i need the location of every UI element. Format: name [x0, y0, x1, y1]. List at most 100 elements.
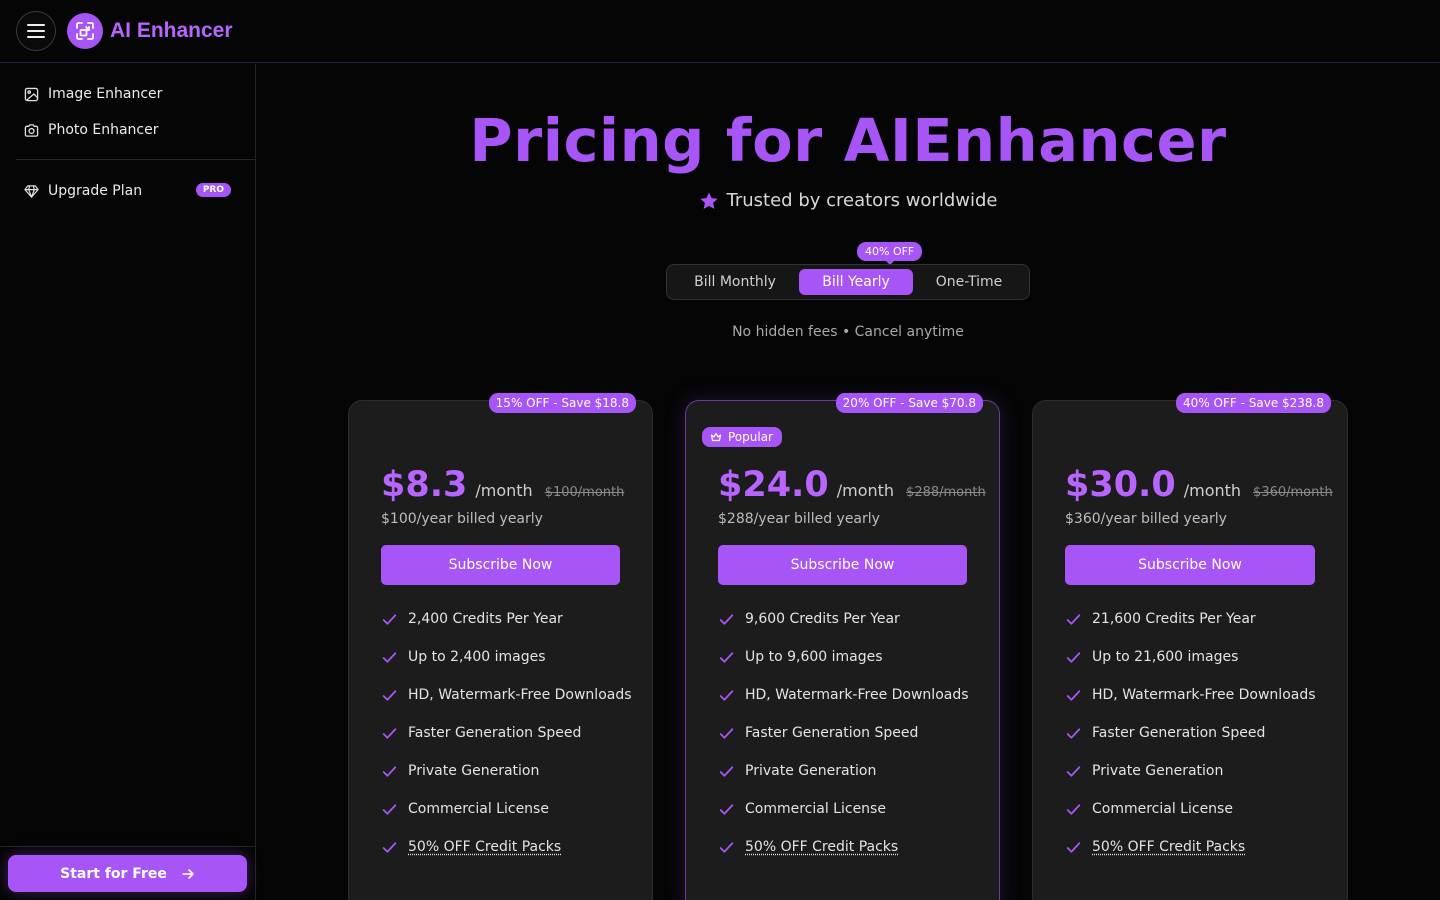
app-logo[interactable]: AI Enhancer [67, 13, 233, 49]
feature-text: Commercial License [408, 801, 549, 817]
sidebar-item-photo-enhancer[interactable]: Photo Enhancer [0, 112, 255, 148]
save-tag: 15% OFF - Save $18.8 [489, 393, 636, 413]
billed-note: $360/year billed yearly [1065, 511, 1227, 527]
check-icon [718, 649, 735, 666]
feature-text: Private Generation [745, 763, 876, 779]
check-icon [1065, 763, 1082, 780]
check-icon [718, 611, 735, 628]
hamburger-icon [27, 24, 45, 38]
enhance-logo-icon [67, 13, 103, 49]
subscribe-button[interactable]: Subscribe Now [381, 545, 620, 585]
feature-list: 21,600 Credits Per Year Up to 21,600 ima… [1065, 600, 1316, 866]
subscribe-button[interactable]: Subscribe Now [718, 545, 967, 585]
sidebar-item-label: Upgrade Plan [48, 183, 142, 199]
check-icon [718, 725, 735, 742]
check-icon [381, 801, 398, 818]
feature-item: 2,400 Credits Per Year [381, 600, 632, 638]
billed-note: $288/year billed yearly [718, 511, 880, 527]
check-icon [381, 763, 398, 780]
check-icon [1065, 649, 1082, 666]
price-period: /month [1184, 481, 1241, 500]
check-icon [381, 687, 398, 704]
price-period: /month [837, 481, 894, 500]
sidebar-footer: Start for Free [0, 846, 255, 900]
toggle-one-time[interactable]: One-Time [913, 269, 1025, 295]
check-icon [1065, 687, 1082, 704]
feature-list: 2,400 Credits Per Year Up to 2,400 image… [381, 600, 632, 866]
feature-text: Private Generation [1092, 763, 1223, 779]
old-price: $288/month [906, 485, 986, 500]
price-row: $24.0 /month $288/month [718, 465, 986, 505]
credit-packs-link[interactable]: 50% OFF Credit Packs [1092, 839, 1245, 855]
app-root: AI Enhancer Image Enhancer Photo Enhance… [0, 0, 1440, 900]
sidebar-item-upgrade-plan[interactable]: Upgrade Plan PRO [0, 173, 255, 209]
feature-item: HD, Watermark-Free Downloads [1065, 676, 1316, 714]
feature-item: Faster Generation Speed [381, 714, 632, 752]
plan-card: 40% OFF - Save $238.8 $30.0 /month $360/… [1032, 400, 1348, 900]
save-tag: 20% OFF - Save $70.8 [836, 393, 983, 413]
old-price: $100/month [545, 485, 625, 500]
toggle-bill-monthly[interactable]: Bill Monthly [671, 269, 799, 295]
check-icon [1065, 611, 1082, 628]
sidebar-divider [16, 159, 255, 160]
feature-text: 2,400 Credits Per Year [408, 611, 563, 627]
feature-item: Commercial License [381, 790, 632, 828]
sidebar-nav: Image Enhancer Photo Enhancer Upgrade Pl… [0, 64, 255, 209]
menu-button[interactable] [16, 11, 56, 51]
plan-price: $24.0 [718, 465, 829, 505]
feature-text: Faster Generation Speed [408, 725, 581, 741]
feature-text: Faster Generation Speed [1092, 725, 1265, 741]
pricing-main: Pricing for AIEnhancer Trusted by creato… [256, 64, 1440, 900]
check-icon [718, 801, 735, 818]
crown-icon [710, 431, 722, 443]
feature-item: Commercial License [718, 790, 969, 828]
check-icon [381, 649, 398, 666]
camera-icon [24, 123, 39, 138]
check-icon [718, 687, 735, 704]
plan-card-popular: 20% OFF - Save $70.8 Popular $24.0 /mont… [685, 400, 1000, 900]
subscribe-button[interactable]: Subscribe Now [1065, 545, 1315, 585]
plan-price: $8.3 [381, 465, 467, 505]
feature-item: Up to 9,600 images [718, 638, 969, 676]
old-price: $360/month [1253, 485, 1333, 500]
feature-text: HD, Watermark-Free Downloads [745, 687, 969, 703]
feature-text: HD, Watermark-Free Downloads [1092, 687, 1316, 703]
diamond-icon [24, 184, 39, 199]
price-period: /month [475, 481, 532, 500]
feature-list: 9,600 Credits Per Year Up to 9,600 image… [718, 600, 969, 866]
sidebar-item-image-enhancer[interactable]: Image Enhancer [0, 76, 255, 112]
plan-price: $30.0 [1065, 465, 1176, 505]
plan-card: 15% OFF - Save $18.8 $8.3 /month $100/mo… [348, 400, 653, 900]
feature-item: Commercial License [1065, 790, 1316, 828]
feature-item: Private Generation [718, 752, 969, 790]
feature-item: Private Generation [381, 752, 632, 790]
feature-text: Up to 2,400 images [408, 649, 546, 665]
feature-item: 21,600 Credits Per Year [1065, 600, 1316, 638]
feature-item: HD, Watermark-Free Downloads [381, 676, 632, 714]
price-row: $30.0 /month $360/month [1065, 465, 1333, 505]
feature-item: 50% OFF Credit Packs [1065, 828, 1316, 866]
feature-item: Faster Generation Speed [1065, 714, 1316, 752]
check-icon [381, 611, 398, 628]
billed-note: $100/year billed yearly [381, 511, 543, 527]
popular-label: Popular [728, 430, 773, 444]
check-icon [1065, 725, 1082, 742]
image-icon [24, 87, 39, 102]
check-icon [1065, 801, 1082, 818]
check-icon [718, 839, 735, 856]
feature-item: Faster Generation Speed [718, 714, 969, 752]
feature-item: Private Generation [1065, 752, 1316, 790]
pro-badge: PRO [196, 183, 231, 197]
trusted-line: Trusted by creators worldwide [256, 190, 1440, 211]
feature-text: Faster Generation Speed [745, 725, 918, 741]
sidebar-item-label: Image Enhancer [48, 86, 162, 102]
credit-packs-link[interactable]: 50% OFF Credit Packs [408, 839, 561, 855]
save-tag: 40% OFF - Save $238.8 [1176, 393, 1331, 413]
star-icon [699, 191, 719, 211]
check-icon [381, 839, 398, 856]
yearly-discount-tag: 40% OFF [857, 242, 922, 261]
price-row: $8.3 /month $100/month [381, 465, 624, 505]
credit-packs-link[interactable]: 50% OFF Credit Packs [745, 839, 898, 855]
toggle-bill-yearly[interactable]: Bill Yearly [799, 269, 913, 295]
start-for-free-button[interactable]: Start for Free [8, 855, 247, 892]
